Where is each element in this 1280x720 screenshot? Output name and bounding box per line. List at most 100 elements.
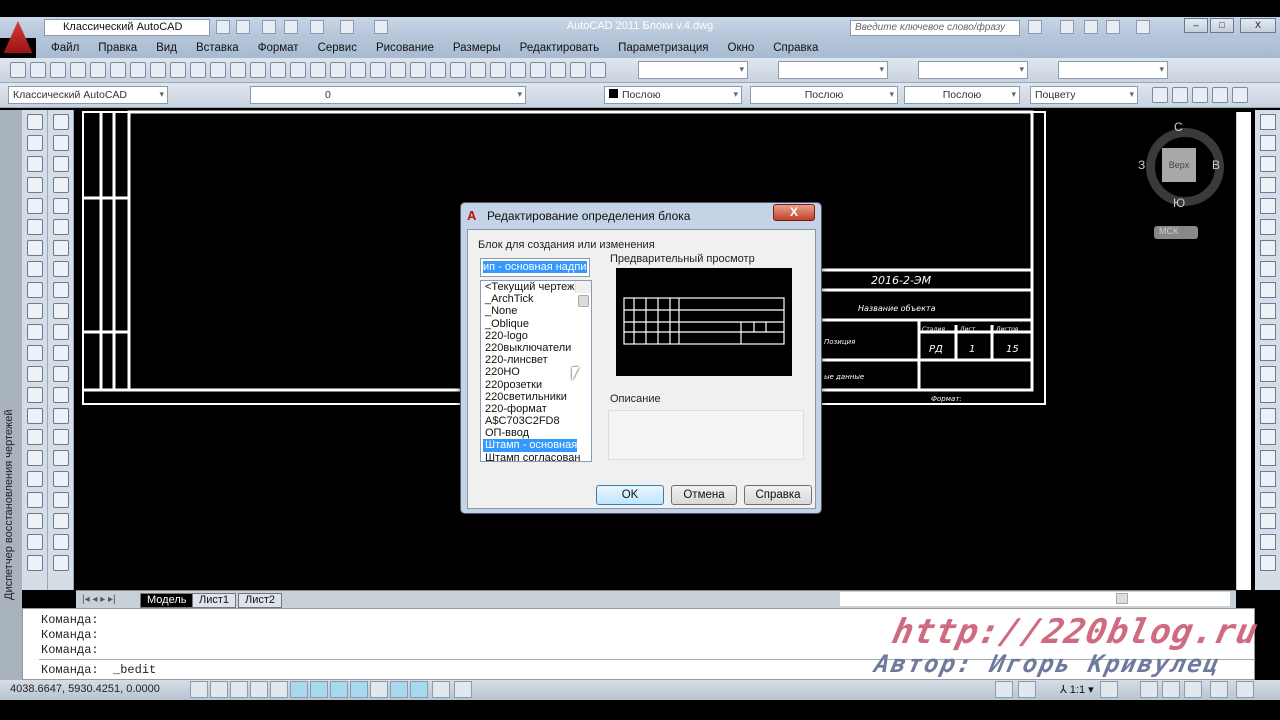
block-list-item[interactable]: Штамп - основная н [483,439,586,452]
modify-tool-icon[interactable] [52,387,69,403]
toolbar-icon[interactable] [90,62,106,78]
annotation-scale[interactable]: ⅄ 1:1 ▾ [1060,683,1094,696]
block-list-item[interactable]: 220выключатели [483,342,591,354]
tool-icon[interactable] [1259,177,1276,193]
tab-sheet2[interactable]: Лист2 [238,593,283,608]
menu-item[interactable]: Формат [258,42,299,54]
text-style-dropdown[interactable] [638,61,748,79]
status-toggle-icon[interactable] [390,681,408,698]
status-toggle-icon[interactable] [1162,681,1180,698]
draw-tool-icon[interactable] [26,240,43,256]
modify-tool-icon[interactable] [52,261,69,277]
toolbar-icon[interactable] [1172,87,1188,103]
draw-tool-icon[interactable] [26,555,43,571]
block-list-item[interactable]: A$C703C2FD8 [483,415,591,427]
status-toggle-icon[interactable] [350,681,368,698]
draw-tool-icon[interactable] [26,156,43,172]
lineweight-dropdown[interactable]: Послою [904,86,1020,104]
menu-item[interactable]: Вид [156,42,177,54]
toolbar-icon[interactable] [470,62,486,78]
toolbar-icon[interactable] [390,62,406,78]
tool-icon[interactable] [1259,366,1276,382]
tool-icon[interactable] [1259,471,1276,487]
menu-item[interactable]: Редактировать [520,42,599,54]
tool-icon[interactable] [1259,534,1276,550]
workspace-combo[interactable]: Классический AutoCAD [8,86,168,104]
modify-tool-icon[interactable] [52,366,69,382]
horizontal-scrollbar[interactable] [840,592,1230,606]
tool-icon[interactable] [1259,303,1276,319]
block-list-item[interactable]: 220-формат [483,403,591,415]
help-button[interactable]: Справка [744,485,812,505]
draw-tool-icon[interactable] [26,471,43,487]
toolbar-icon[interactable] [1232,87,1248,103]
toolbar-icon[interactable] [330,62,346,78]
status-toggle-icon[interactable] [330,681,348,698]
toolbar-icon[interactable] [150,62,166,78]
toolbar-icon[interactable] [370,62,386,78]
draw-tool-icon[interactable] [26,324,43,340]
status-toggle-icon[interactable] [230,681,248,698]
toolbar-icon[interactable] [410,62,426,78]
vertical-scrollbar[interactable] [1236,112,1251,590]
tab-sheet1[interactable]: Лист1 [192,593,237,608]
dialog-close-button[interactable]: X [773,204,815,221]
tool-icon[interactable] [1259,240,1276,256]
tool-icon[interactable] [1259,450,1276,466]
draw-tool-icon[interactable] [26,282,43,298]
toolbar-icon[interactable] [590,62,606,78]
toolbar-icon[interactable] [530,62,546,78]
undo-icon[interactable] [310,20,324,34]
status-toggle-icon[interactable] [290,681,308,698]
multileader-style-dropdown[interactable] [1058,61,1168,79]
toolbar-icon[interactable] [1212,87,1228,103]
toolbar-icon[interactable] [1192,87,1208,103]
modify-tool-icon[interactable] [52,177,69,193]
maximize-button[interactable]: □ [1210,18,1234,33]
draw-tool-icon[interactable] [26,177,43,193]
modify-tool-icon[interactable] [52,324,69,340]
status-toggle-icon[interactable] [432,681,450,698]
block-name-input[interactable]: ип - основная надпись [480,258,590,277]
draw-tool-icon[interactable] [26,198,43,214]
toolbar-icon[interactable] [50,62,66,78]
tool-icon[interactable] [1259,114,1276,130]
tool-icon[interactable] [1259,387,1276,403]
menu-item[interactable]: Окно [728,42,755,54]
status-toggle-icon[interactable] [1018,681,1036,698]
status-toggle-icon[interactable] [410,681,428,698]
status-toggle-icon[interactable] [995,681,1013,698]
linetype-dropdown[interactable]: Послою [750,86,898,104]
block-list-item[interactable]: Штамп согласован [483,452,591,461]
compass-west[interactable]: З [1138,158,1145,172]
modify-tool-icon[interactable] [52,156,69,172]
draw-tool-icon[interactable] [26,303,43,319]
subscription-icon[interactable] [1060,20,1074,34]
toolbar-icon[interactable] [430,62,446,78]
modify-tool-icon[interactable] [52,303,69,319]
tool-icon[interactable] [1259,555,1276,571]
tool-icon[interactable] [1259,513,1276,529]
status-toggle-icon[interactable] [310,681,328,698]
compass-north[interactable]: С [1174,120,1183,134]
modify-tool-icon[interactable] [52,114,69,130]
minimize-button[interactable]: – [1184,18,1208,33]
tool-icon[interactable] [1259,345,1276,361]
toolbar-icon[interactable] [70,62,86,78]
modify-tool-icon[interactable] [52,219,69,235]
draw-tool-icon[interactable] [26,513,43,529]
toolbar-icon[interactable] [250,62,266,78]
block-list-item[interactable]: 220-logo [483,330,591,342]
menu-item[interactable]: Параметризация [618,42,708,54]
ok-button[interactable]: OK [596,485,664,505]
toolbar-icon[interactable] [190,62,206,78]
block-list-item[interactable]: _None [483,305,591,317]
status-toggle-icon[interactable] [1184,681,1202,698]
save-icon[interactable] [262,20,276,34]
modify-tool-icon[interactable] [52,555,69,571]
plotstyle-dropdown[interactable]: Поцвету [1030,86,1138,104]
toolbar-icon[interactable] [170,62,186,78]
communication-icon[interactable] [1084,20,1098,34]
draw-tool-icon[interactable] [26,366,43,382]
modify-tool-icon[interactable] [52,408,69,424]
